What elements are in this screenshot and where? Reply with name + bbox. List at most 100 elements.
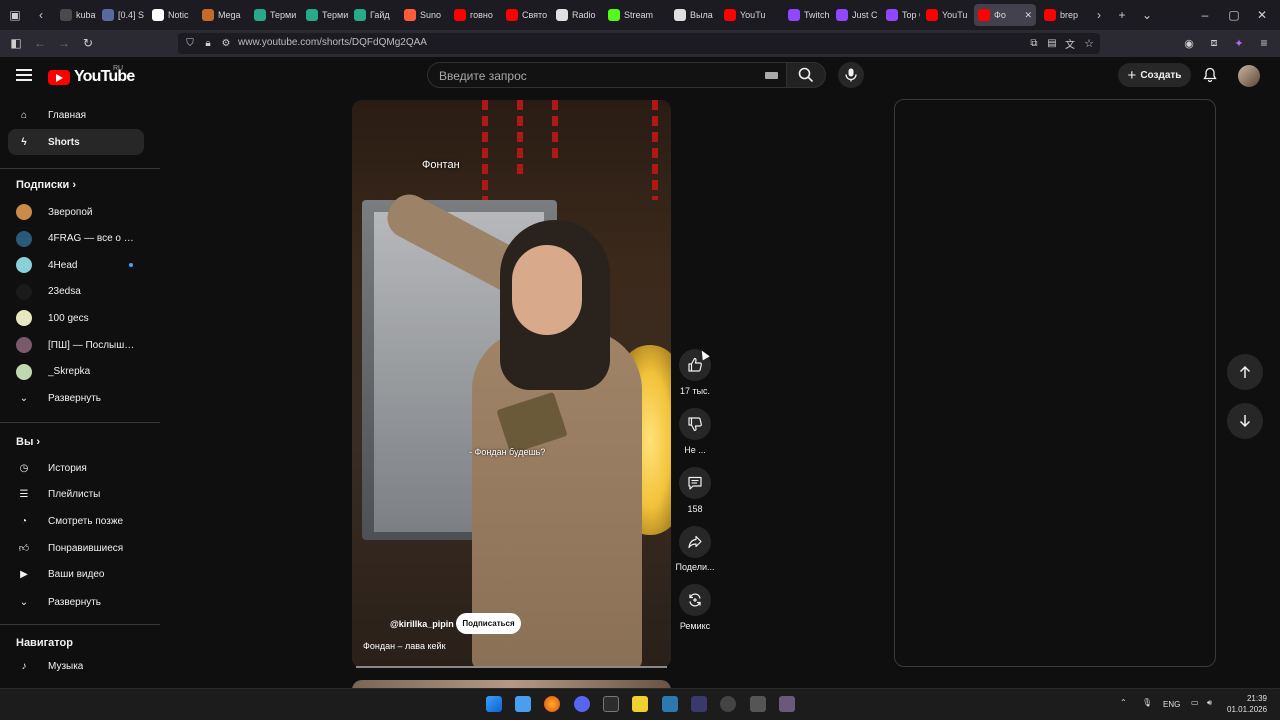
browser-tab[interactable]: Гайд	[350, 4, 398, 26]
explorer-icon[interactable]	[515, 696, 531, 712]
browser-tab[interactable]: Терми	[302, 4, 348, 26]
discord-icon[interactable]	[574, 696, 590, 712]
close-tab-icon[interactable]: ✕	[1024, 10, 1032, 21]
sidebar-item[interactable]: Зверопой	[8, 199, 144, 225]
minimize-window-icon[interactable]: –	[1196, 6, 1214, 24]
browser-tab[interactable]: [0.4] S	[98, 4, 146, 26]
browser-tab[interactable]: YouTu	[922, 4, 972, 26]
steam-icon[interactable]	[662, 696, 678, 712]
sidebar-item[interactable]: ϟ Shorts	[8, 129, 144, 155]
app2-icon[interactable]	[691, 696, 707, 712]
tab-list-icon[interactable]: ⌄	[1138, 6, 1156, 24]
browser-tab[interactable]: Suno	[400, 4, 448, 26]
browser-tab[interactable]: говно	[450, 4, 500, 26]
keyboard-icon[interactable]	[765, 72, 778, 79]
dislike-button[interactable]	[679, 408, 711, 440]
sidebar-section-heading[interactable]: Подписки ›	[16, 179, 76, 191]
tabs-scroll-right-icon[interactable]: ›	[1090, 6, 1108, 24]
browser-tab[interactable]: Терми	[250, 4, 300, 26]
app4-icon[interactable]	[779, 696, 795, 712]
browser-tab[interactable]: Just C	[832, 4, 880, 26]
sidebar-item[interactable]: 100 gecs	[8, 305, 144, 331]
browser-tab[interactable]: Mega	[198, 4, 248, 26]
sidebar-item[interactable]: ▶ Ваши видео	[8, 562, 144, 588]
sidebar-section-heading[interactable]: Вы ›	[16, 436, 40, 448]
terminal-icon[interactable]	[603, 696, 619, 712]
subscribe-button[interactable]: Подписаться	[456, 613, 521, 634]
account-icon[interactable]: ◉	[1181, 35, 1197, 51]
browser-tab[interactable]: YouTu	[720, 4, 782, 26]
sidebar-item[interactable]: ⌂ Главная	[8, 102, 144, 128]
sidebar-item[interactable]: ◔ Смотреть позже	[8, 508, 144, 534]
video-progress-bar[interactable]	[356, 666, 667, 668]
forward-icon[interactable]: →	[56, 35, 72, 51]
sidebar-item[interactable]: 4Head	[8, 252, 144, 278]
voice-search-button[interactable]	[838, 62, 864, 88]
app-menu-icon[interactable]: ≡	[1256, 35, 1272, 51]
browser-tab[interactable]: Свято	[502, 4, 550, 26]
bookmark-star-icon[interactable]: ☆	[1081, 35, 1097, 51]
back-icon[interactable]: ←	[32, 35, 48, 51]
language-indicator[interactable]: ENG	[1163, 700, 1180, 709]
guide-menu-icon[interactable]	[16, 66, 32, 84]
extensions-icon[interactable]: ⧈	[1206, 35, 1222, 51]
comments-button[interactable]	[679, 467, 711, 499]
system-clock[interactable]: 21:39 01.01.2026	[1227, 693, 1267, 715]
app-icon[interactable]	[632, 696, 648, 712]
sidebar-item[interactable]: ⌄ Развернуть	[8, 385, 144, 411]
close-window-icon[interactable]: ✕	[1253, 6, 1271, 24]
browser-tab[interactable]: kubat	[56, 4, 96, 26]
sidebar-item[interactable]: ☰ Плейлисты	[8, 482, 144, 508]
translate-icon[interactable]: 文	[1062, 35, 1078, 51]
settings-app-icon[interactable]	[750, 696, 766, 712]
volume-icon[interactable]: 🔊︎	[1207, 698, 1212, 708]
share-button[interactable]	[679, 526, 711, 558]
sidebar-toggle-icon[interactable]: ◧	[8, 35, 24, 51]
reload-icon[interactable]: ↻	[80, 35, 96, 51]
tray-mic-icon[interactable]: 🎙︎	[1142, 698, 1152, 707]
addon-icon[interactable]: ✦	[1231, 35, 1247, 51]
browser-tab[interactable]: Stream	[604, 4, 668, 26]
video-caption[interactable]: Фондан – лава кейк	[363, 641, 446, 651]
sidebar-item[interactable]: [ПШ] — Послышал...	[8, 332, 144, 358]
channel-handle[interactable]: @kirillka_pipin	[390, 619, 454, 629]
sidebar-item[interactable]: ♪ Музыка	[8, 653, 144, 679]
permissions-icon[interactable]: ⚙	[218, 35, 234, 51]
firefox-icon[interactable]	[544, 696, 560, 712]
previous-short-button[interactable]	[1227, 354, 1263, 390]
sidebar-item[interactable]: 👍︎ Понравившиеся	[8, 535, 144, 561]
browser-tab[interactable]: Radio	[552, 4, 602, 26]
url-text[interactable]: www.youtube.com/shorts/DQFdQMg2QAA	[238, 37, 427, 48]
maximize-window-icon[interactable]: ▢	[1225, 6, 1243, 24]
tracking-shield-icon[interactable]: ⛉	[182, 35, 198, 51]
sidebar-item[interactable]: ⌄ Развернуть	[8, 589, 144, 615]
sidebar-item[interactable]: 23edsa	[8, 279, 144, 305]
lock-icon[interactable]: 🔒︎	[200, 35, 216, 51]
sidebar-item[interactable]: _Skrepka	[8, 359, 144, 385]
new-tab-icon[interactable]: +	[1113, 6, 1131, 24]
sidebar-item[interactable]: 4FRAG — все о сов...	[8, 226, 144, 252]
browser-tab[interactable]: Фо ✕	[974, 4, 1036, 26]
tray-expand-icon[interactable]: ⌃	[1120, 698, 1127, 707]
sidebar-item[interactable]: ◷ История	[8, 455, 144, 481]
browser-tab[interactable]: Выла	[670, 4, 718, 26]
browser-tab[interactable]: brep	[1040, 4, 1086, 26]
browser-tab[interactable]: Twitch	[784, 4, 830, 26]
short-video-player[interactable]	[352, 100, 671, 668]
browser-tab[interactable]: Notic	[148, 4, 196, 26]
next-short-button[interactable]	[1227, 403, 1263, 439]
search-button[interactable]	[786, 62, 826, 88]
user-avatar[interactable]	[1238, 65, 1260, 87]
remix-button[interactable]	[679, 584, 711, 616]
start-icon[interactable]	[486, 696, 502, 712]
notifications-button[interactable]	[1201, 66, 1219, 84]
browser-tab[interactable]: Top C	[882, 4, 920, 26]
reader-view-icon[interactable]: ▤	[1044, 35, 1060, 51]
search-placeholder[interactable]: Введите запрос	[439, 69, 527, 83]
tab-overview-icon[interactable]: ▣	[6, 6, 24, 24]
app3-icon[interactable]	[720, 696, 736, 712]
pip-icon[interactable]: ⧉	[1026, 35, 1042, 51]
display-icon[interactable]: ▭	[1191, 698, 1199, 707]
create-button[interactable]: + Создать	[1118, 63, 1191, 87]
tabs-scroll-left-icon[interactable]: ‹	[32, 6, 50, 24]
